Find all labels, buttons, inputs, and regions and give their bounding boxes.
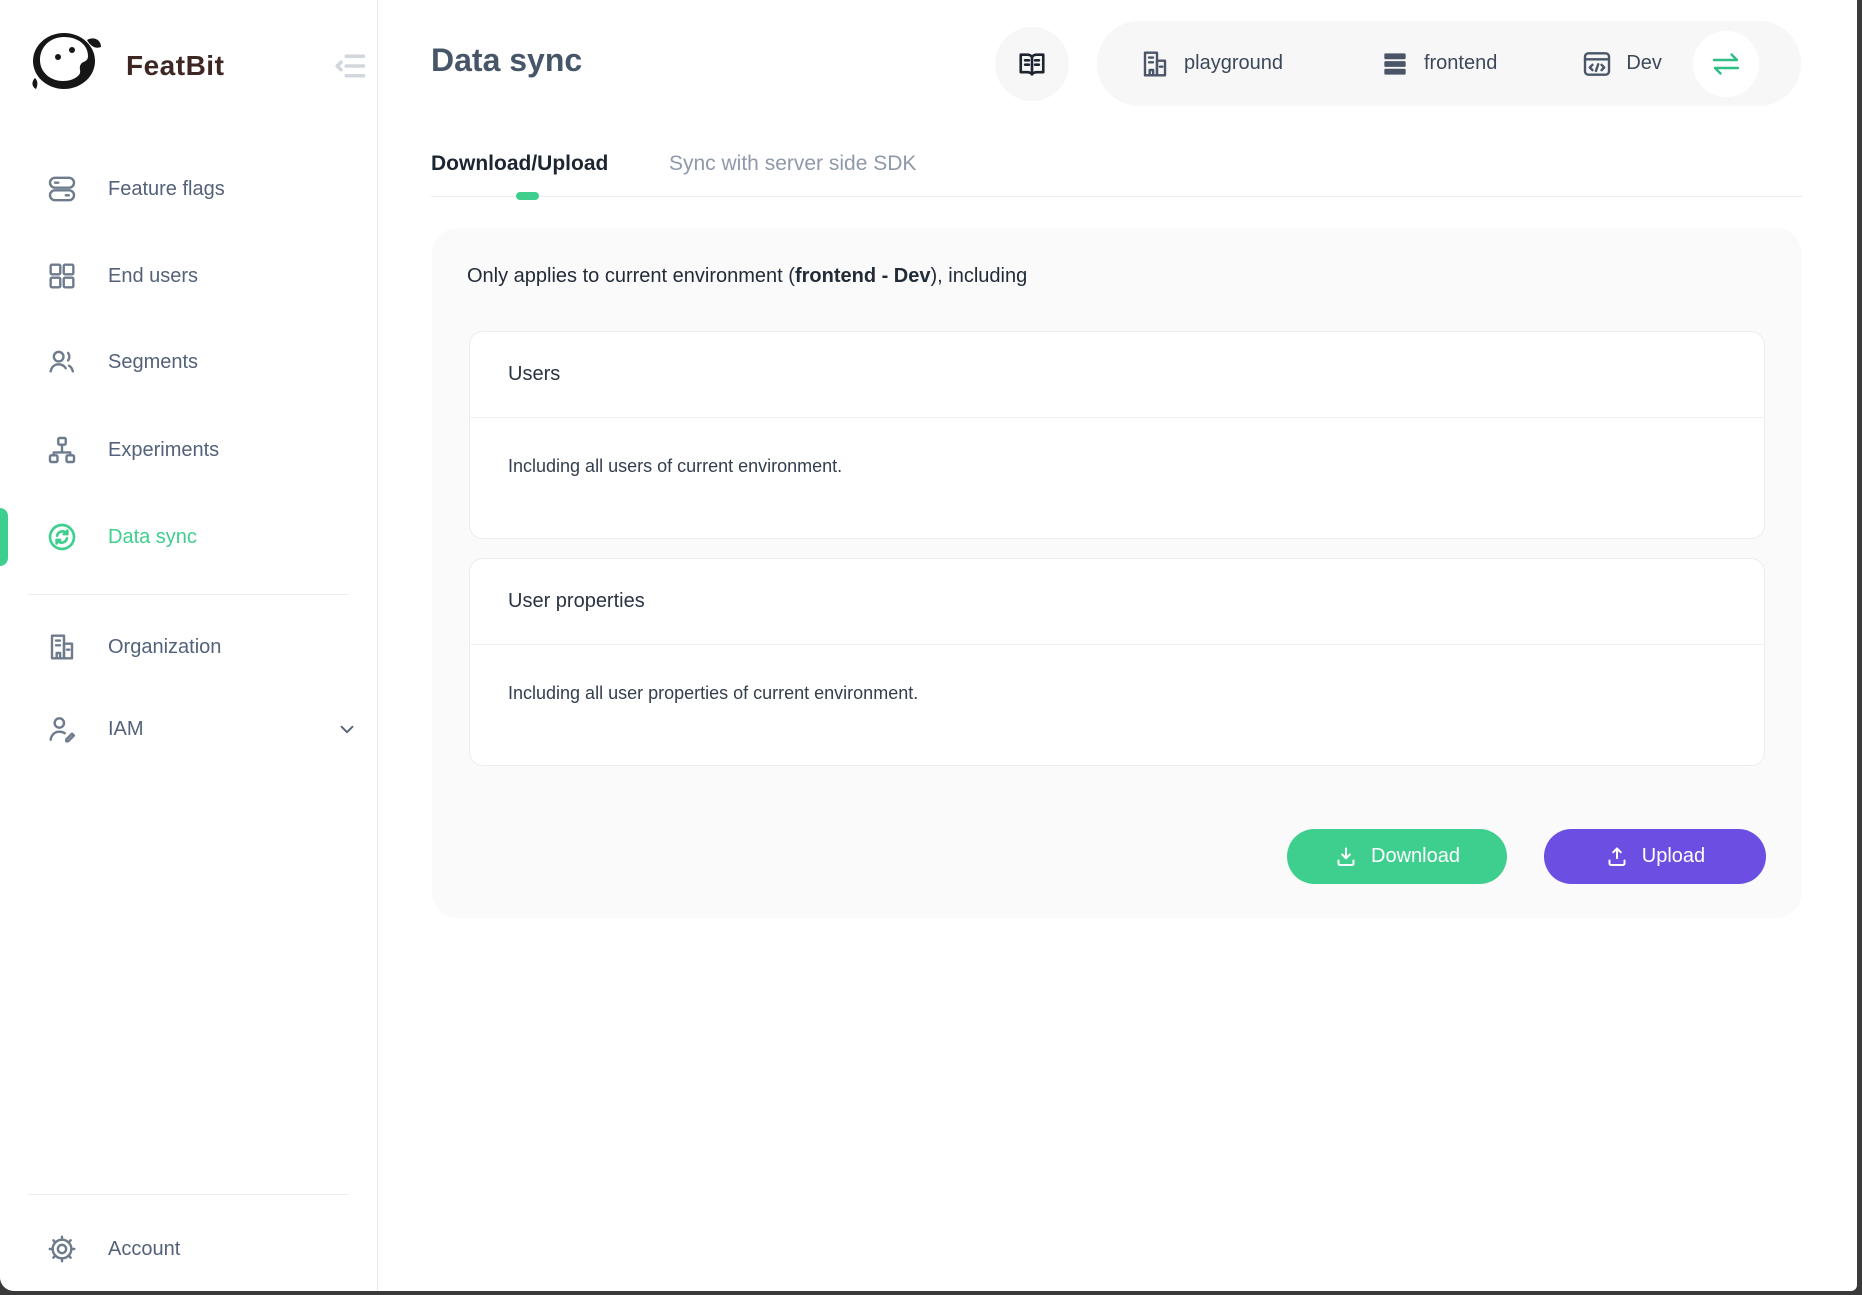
sidebar-item-label: Account: [108, 1238, 180, 1261]
active-tab-indicator: [516, 192, 539, 200]
chevron-down-icon: [336, 718, 358, 740]
user-properties-section-card: User properties Including all user prope…: [469, 558, 1765, 766]
sidebar-item-label: Segments: [108, 351, 198, 374]
sidebar-item-label: Organization: [108, 636, 221, 659]
users-section-card: Users Including all users of current env…: [469, 331, 1765, 539]
user-properties-section-title: User properties: [470, 559, 1764, 645]
feature-flags-icon: [46, 173, 78, 205]
sidebar-item-end-users[interactable]: End users: [0, 233, 377, 319]
data-sync-panel: Only applies to current environment (fro…: [432, 228, 1802, 918]
sidebar-item-label: Data sync: [108, 526, 197, 549]
org-building-icon: [1139, 48, 1171, 80]
upload-icon: [1605, 845, 1629, 869]
app-window: FeatBit Feature flags: [0, 0, 1857, 1291]
upload-button-label: Upload: [1642, 845, 1705, 868]
page-title: Data sync: [431, 42, 582, 79]
users-section-title: Users: [470, 332, 1764, 418]
end-users-icon: [46, 260, 78, 292]
switch-environment-icon: [1709, 51, 1743, 77]
tab-download-upload[interactable]: Download/Upload: [431, 152, 608, 176]
sidebar-item-segments[interactable]: Segments: [0, 319, 377, 405]
sidebar-item-feature-flags[interactable]: Feature flags: [0, 146, 377, 232]
experiments-icon: [46, 434, 78, 466]
sidebar-item-organization[interactable]: Organization: [0, 606, 377, 688]
sidebar-item-label: Experiments: [108, 439, 219, 462]
download-button[interactable]: Download: [1287, 829, 1507, 884]
user-properties-section-description: Including all user properties of current…: [470, 645, 1764, 704]
env-code-icon: [1581, 48, 1613, 80]
sidebar-item-label: Feature flags: [108, 178, 225, 201]
download-icon: [1334, 845, 1358, 869]
iam-icon: [46, 713, 78, 745]
tabs-divider: [431, 196, 1802, 197]
documentation-button[interactable]: [995, 27, 1069, 101]
data-sync-icon: [46, 521, 78, 553]
project-env-switcher[interactable]: playground frontend Dev: [1097, 21, 1801, 106]
sidebar-divider: [28, 594, 349, 595]
account-gear-icon: [46, 1233, 78, 1265]
switch-environment-button[interactable]: [1693, 31, 1759, 97]
sidebar-item-iam[interactable]: IAM: [0, 688, 377, 770]
project-stack-icon: [1379, 48, 1411, 80]
scope-note-prefix: Only applies to current environment (: [467, 265, 795, 287]
docs-book-icon: [1016, 49, 1048, 79]
sidebar-divider: [28, 1194, 349, 1195]
scope-note-environment: frontend - Dev: [795, 265, 931, 287]
download-button-label: Download: [1371, 845, 1460, 868]
sidebar-item-label: End users: [108, 265, 198, 288]
current-org-label[interactable]: playground: [1184, 52, 1283, 75]
sidebar-collapse-icon[interactable]: [330, 48, 370, 84]
upload-button[interactable]: Upload: [1544, 829, 1766, 884]
organization-icon: [46, 631, 78, 663]
tab-sync-server-sdk[interactable]: Sync with server side SDK: [669, 152, 916, 176]
current-env-label[interactable]: Dev: [1626, 52, 1662, 75]
sidebar-item-label: IAM: [108, 718, 144, 741]
sidebar-item-experiments[interactable]: Experiments: [0, 407, 377, 493]
scope-note: Only applies to current environment (fro…: [467, 265, 1027, 288]
users-section-description: Including all users of current environme…: [470, 418, 1764, 477]
segments-icon: [46, 346, 78, 378]
sidebar-item-account[interactable]: Account: [0, 1206, 377, 1291]
current-project-label[interactable]: frontend: [1424, 52, 1497, 75]
scope-note-suffix: ), including: [931, 265, 1028, 287]
brand-name: FeatBit: [126, 50, 224, 82]
sidebar: FeatBit Feature flags: [0, 0, 378, 1291]
sidebar-item-data-sync[interactable]: Data sync: [0, 494, 377, 580]
featbit-logo: [24, 26, 108, 94]
